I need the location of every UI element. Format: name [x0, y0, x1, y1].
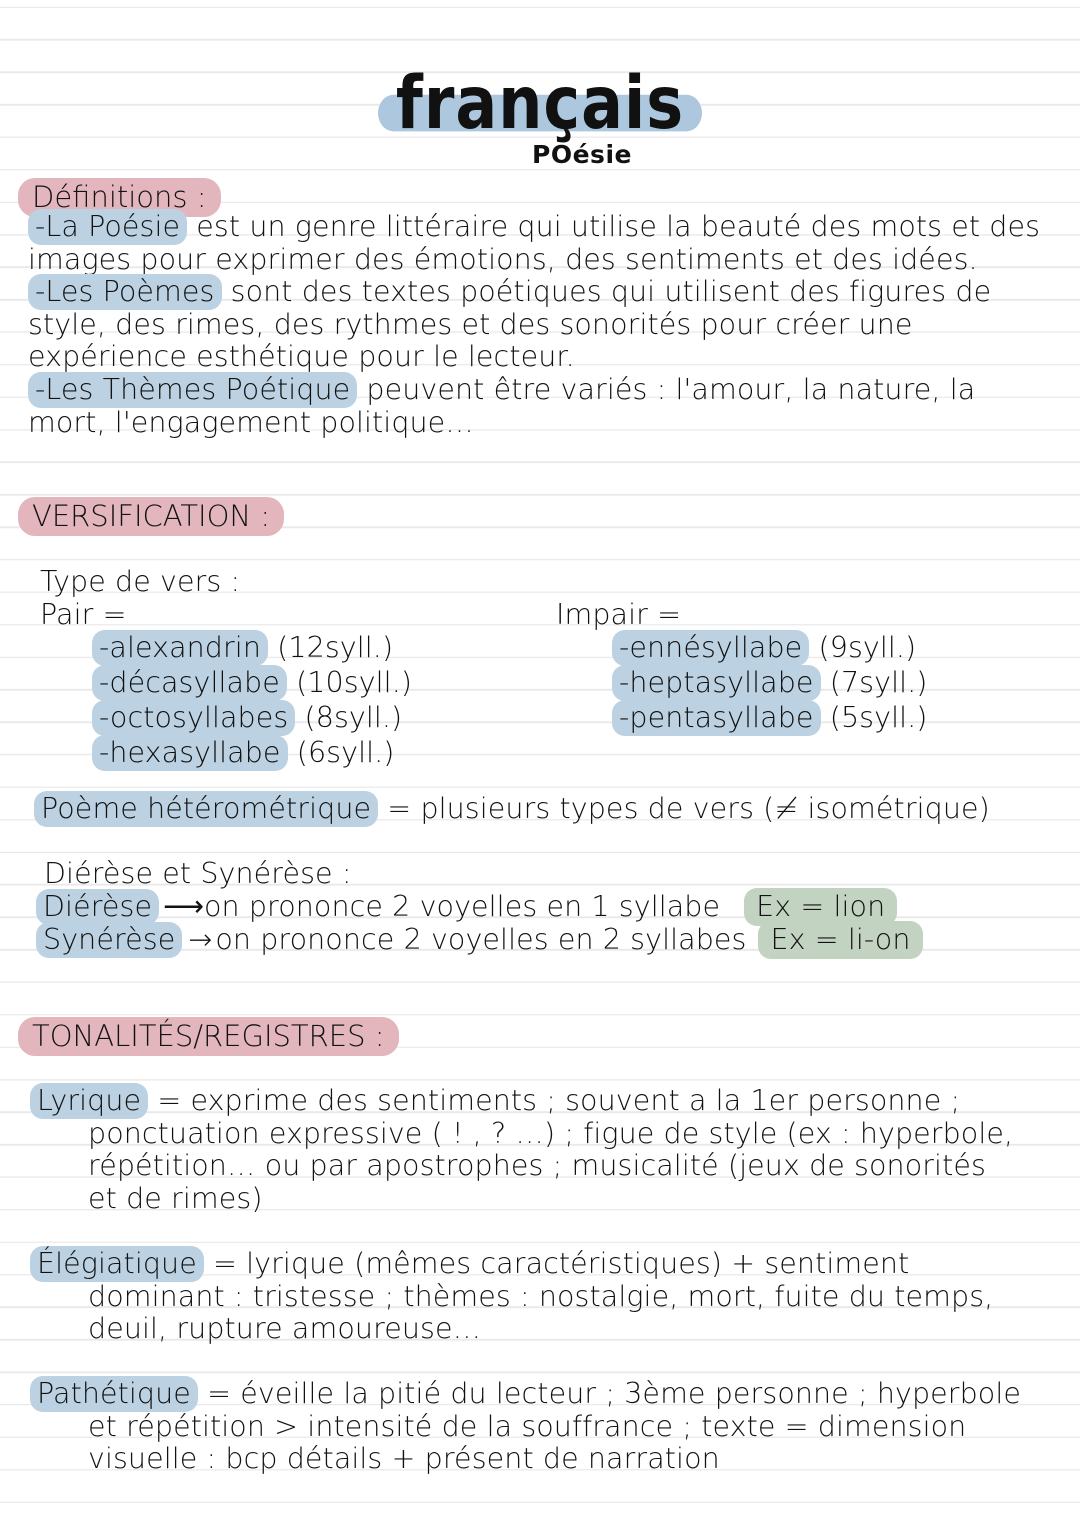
- notebook-page: français POésie Définitions : -La Poésie…: [0, 0, 1080, 1527]
- heterometrique-term: Poème hétérométrique: [34, 791, 379, 827]
- synerese-arrow-icon: →: [188, 923, 213, 956]
- versification-column-impair: Impair = -ennésyllabe (9syll.) -heptasyl…: [556, 598, 928, 736]
- tonalite-entry-lyrique: Lyrique = exprime des sentiments ; souve…: [30, 1083, 1070, 1215]
- pathetique-line-2: et répétition > intensité de la souffran…: [88, 1409, 967, 1443]
- heterometrique-body: = plusieurs types de vers (≠ isométrique…: [378, 792, 990, 825]
- impair-item-pentasyllabe: -pentasyllabe (5syll.): [556, 700, 928, 736]
- definition-item-poemes: -Les Poèmes sont des textes poétiques qu…: [28, 274, 1058, 374]
- elegiatique-line-1: Élégiatique = lyrique (mêmes caractérist…: [30, 1246, 1070, 1282]
- dierese-body: on prononce 2 voyelles en 1 syllabe: [203, 890, 721, 923]
- versification-column-pair: Pair = -alexandrin (12syll.) -décasyllab…: [40, 598, 412, 771]
- notes-content: français POésie Définitions : -La Poésie…: [0, 0, 1080, 1527]
- elegiatique-text-1: = lyrique (mêmes caractéristiques) + sen…: [203, 1247, 910, 1280]
- tonalite-entry-pathetique: Pathétique = éveille la pitié du lecteur…: [30, 1376, 1070, 1476]
- section-header-versification: VERSIFICATION :: [18, 497, 285, 536]
- lyrique-line-4: et de rimes): [88, 1181, 263, 1215]
- impair-item-heptasyllabe-name: -heptasyllabe: [612, 665, 821, 701]
- pathetique-line-3: visuelle : bcp détails + présent de narr…: [88, 1442, 720, 1476]
- impair-item-heptasyllabe: -heptasyllabe (7syll.): [556, 665, 928, 701]
- impair-item-heptasyllabe-count: (7syll.): [829, 666, 928, 699]
- lyrique-line-1: Lyrique = exprime des sentiments ; souve…: [30, 1083, 1070, 1119]
- pair-item-hexasyllabe: -hexasyllabe (6syll.): [40, 735, 412, 771]
- pathetique-term: Pathétique: [30, 1376, 198, 1412]
- definition-term-themes: -Les Thèmes Poétique: [28, 372, 358, 408]
- dierese-term: Diérèse: [36, 889, 160, 925]
- elegiatique-line-3: deuil, rupture amoureuse…: [88, 1312, 482, 1346]
- pathetique-text-1: = éveille la pitié du lecteur ; 3ème per…: [197, 1377, 1021, 1410]
- pair-item-octosyllabes-name: -octosyllabes: [92, 700, 296, 736]
- impair-item-pentasyllabe-name: -pentasyllabe: [612, 700, 821, 736]
- pair-item-hexasyllabe-count: (6syll.): [296, 736, 395, 769]
- dierese-arrow-icon: ⟶: [163, 890, 204, 923]
- pair-item-alexandrin: -alexandrin (12syll.): [40, 630, 412, 666]
- elegiatique-line-2: dominant : tristesse ; thèmes : nostalgi…: [88, 1279, 994, 1313]
- impair-item-ennesyllabe-name: -ennésyllabe: [612, 630, 810, 666]
- elegiatique-term: Élégiatique: [30, 1246, 204, 1282]
- synerese-row: Synérèse → on prononce 2 voyelles en 2 syl…: [36, 921, 923, 959]
- lyrique-line-2: ponctuation expressive ( ! , ? …) ; figu…: [88, 1116, 1014, 1150]
- pair-label: Pair =: [40, 598, 127, 631]
- definition-term-poesie: -La Poésie: [28, 209, 188, 245]
- lyrique-line-3: répétition… ou par apostrophes ; musical…: [88, 1149, 986, 1183]
- lyrique-term: Lyrique: [30, 1083, 149, 1119]
- page-subtitle: POésie: [532, 140, 632, 169]
- pathetique-line-1: Pathétique = éveille la pitié du lecteur…: [30, 1376, 1070, 1412]
- tonalite-entry-elegiatique: Élégiatique = lyrique (mêmes caractérist…: [30, 1246, 1070, 1346]
- definition-item-poesie: -La Poésie est un genre littéraire qui u…: [28, 209, 1058, 276]
- lyrique-text-1: = exprime des sentiments ; souvent a la …: [148, 1084, 961, 1117]
- synerese-example: Ex = li-on: [758, 921, 923, 959]
- impair-label: Impair =: [556, 598, 682, 631]
- pair-item-alexandrin-name: -alexandrin: [92, 630, 268, 666]
- section-header-tonalites: TONALITÉS/REGISTRES :: [18, 1017, 399, 1056]
- synerese-term: Synérèse: [36, 922, 183, 958]
- pair-item-alexandrin-count: (12syll.): [277, 631, 394, 664]
- page-title-wrap: français: [0, 66, 1080, 139]
- pair-item-hexasyllabe-name: -hexasyllabe: [92, 735, 288, 771]
- pair-item-octosyllabes: -octosyllabes (8syll.): [40, 700, 412, 736]
- impair-item-ennesyllabe: -ennésyllabe (9syll.): [556, 630, 928, 666]
- dierese-row: Diérèse ⟶on prononce 2 voyelles en 1 syll…: [36, 888, 898, 926]
- page-title: français: [377, 66, 703, 139]
- definition-term-poemes: -Les Poèmes: [28, 274, 222, 310]
- dierese-synerese-label: Diérèse et Synérèse :: [44, 857, 352, 890]
- heterometrique-line: Poème hétérométrique = plusieurs types d…: [34, 791, 990, 827]
- synerese-body: on prononce 2 voyelles en 2 syllabes: [215, 923, 747, 956]
- pair-item-octosyllabes-count: (8syll.): [304, 701, 403, 734]
- pair-item-decasyllabe: -décasyllabe (10syll.): [40, 665, 413, 701]
- impair-item-ennesyllabe-count: (9syll.): [818, 631, 917, 664]
- type-de-vers-label: Type de vers :: [40, 565, 241, 598]
- impair-item-pentasyllabe-count: (5syll.): [829, 701, 928, 734]
- pair-item-decasyllabe-count: (10syll.): [296, 666, 413, 699]
- pair-item-decasyllabe-name: -décasyllabe: [92, 665, 287, 701]
- definition-item-themes: -Les Thèmes Poétique peuvent être variés…: [28, 372, 1058, 439]
